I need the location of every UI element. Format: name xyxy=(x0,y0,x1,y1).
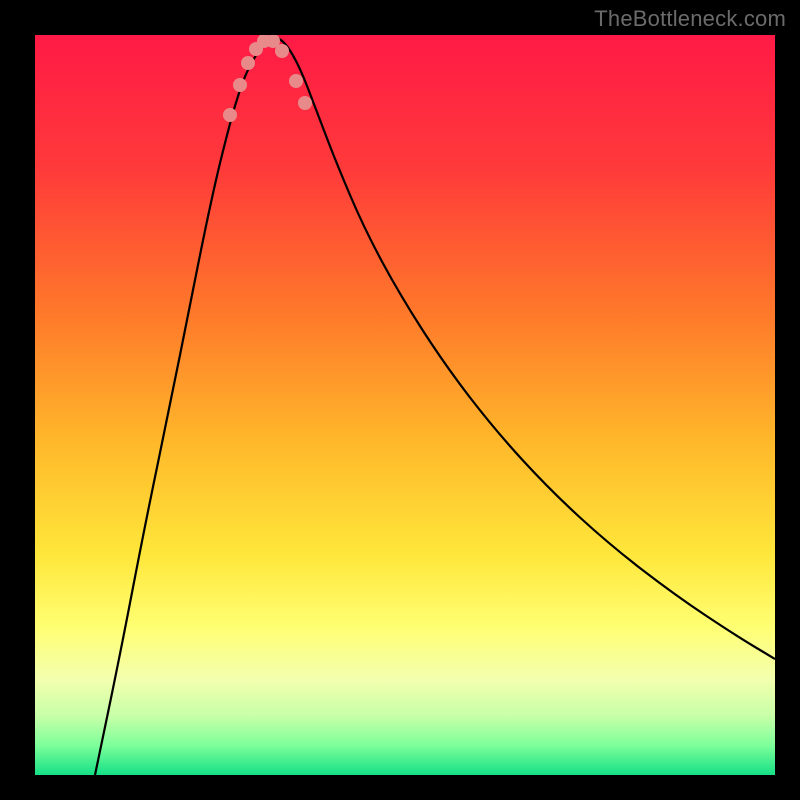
gradient-background xyxy=(35,35,775,775)
plot-area xyxy=(35,35,775,775)
data-marker xyxy=(275,44,289,58)
data-marker xyxy=(298,96,312,110)
data-marker xyxy=(289,74,303,88)
watermark-text: TheBottleneck.com xyxy=(594,6,786,32)
data-marker xyxy=(241,56,255,70)
chart-svg xyxy=(35,35,775,775)
data-marker xyxy=(233,78,247,92)
data-marker xyxy=(223,108,237,122)
chart-frame: TheBottleneck.com xyxy=(0,0,800,800)
